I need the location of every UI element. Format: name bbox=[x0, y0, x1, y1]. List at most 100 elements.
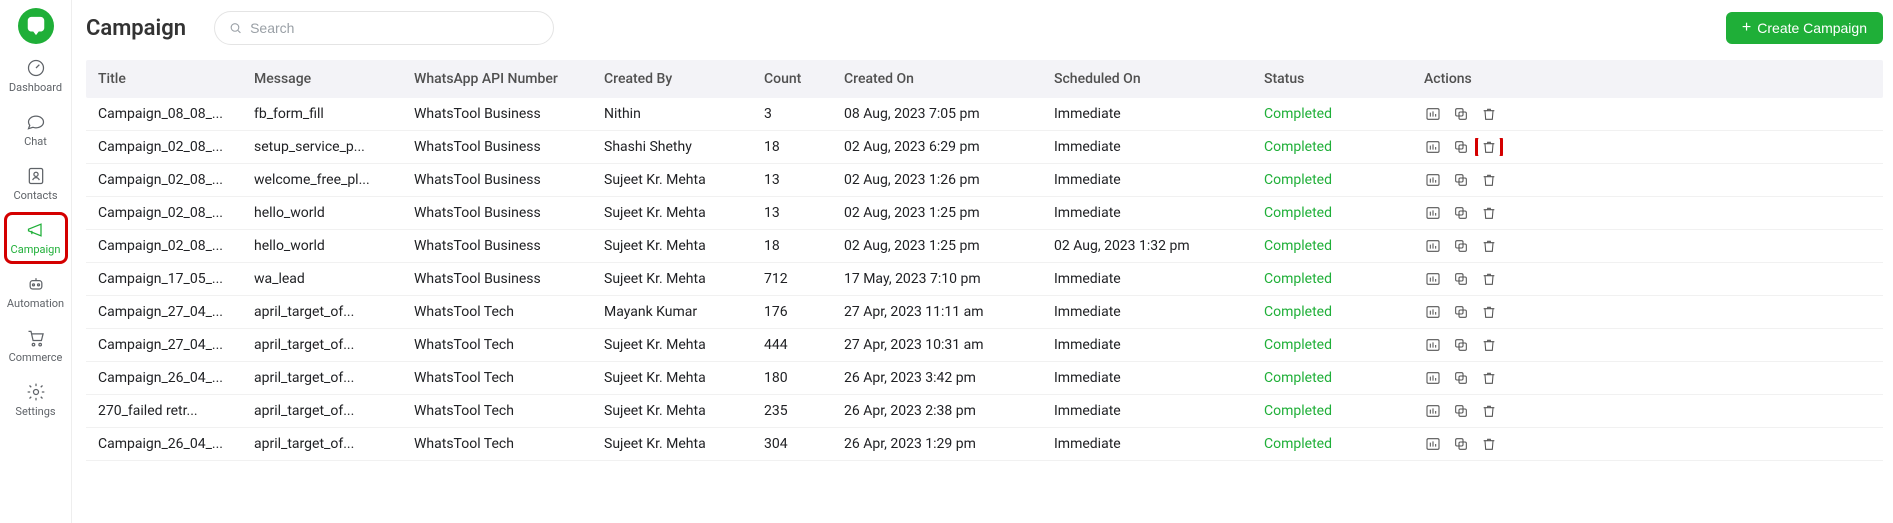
col-message: Message bbox=[246, 71, 406, 87]
delete-button[interactable] bbox=[1480, 270, 1498, 288]
col-scheduled-on: Scheduled On bbox=[1046, 71, 1256, 87]
cell-title: Campaign_26_04_... bbox=[86, 436, 246, 452]
delete-button[interactable] bbox=[1480, 402, 1498, 420]
sidebar-item-automation[interactable]: Automation bbox=[6, 268, 66, 316]
cell-created-by: Sujeet Kr. Mehta bbox=[596, 370, 756, 386]
main-content: Campaign + Create Campaign Title Message… bbox=[72, 0, 1893, 523]
cell-title: Campaign_02_08_... bbox=[86, 205, 246, 221]
cell-api: WhatsTool Business bbox=[406, 205, 596, 221]
sidebar-item-commerce[interactable]: Commerce bbox=[6, 322, 66, 370]
copy-button[interactable] bbox=[1452, 171, 1470, 189]
cell-api: WhatsTool Tech bbox=[406, 436, 596, 452]
create-campaign-button[interactable]: + Create Campaign bbox=[1726, 12, 1883, 44]
analytics-button[interactable] bbox=[1424, 237, 1442, 255]
analytics-button[interactable] bbox=[1424, 204, 1442, 222]
cell-message: hello_world bbox=[246, 205, 406, 221]
analytics-button[interactable] bbox=[1424, 105, 1442, 123]
cell-title: Campaign_08_08_... bbox=[86, 106, 246, 122]
cell-scheduled-on: Immediate bbox=[1046, 271, 1256, 287]
cell-scheduled-on: Immediate bbox=[1046, 403, 1256, 419]
cell-created-by: Sujeet Kr. Mehta bbox=[596, 436, 756, 452]
cell-message: april_target_of... bbox=[246, 370, 406, 386]
delete-button[interactable] bbox=[1480, 237, 1498, 255]
delete-button[interactable] bbox=[1480, 171, 1498, 189]
cell-scheduled-on: Immediate bbox=[1046, 172, 1256, 188]
delete-button[interactable] bbox=[1480, 336, 1498, 354]
cell-title: Campaign_17_05_... bbox=[86, 271, 246, 287]
cell-count: 18 bbox=[756, 238, 836, 254]
cell-created-on: 08 Aug, 2023 7:05 pm bbox=[836, 106, 1046, 122]
copy-button[interactable] bbox=[1452, 138, 1470, 156]
cell-actions bbox=[1416, 303, 1516, 321]
analytics-button[interactable] bbox=[1424, 435, 1442, 453]
cell-message: wa_lead bbox=[246, 271, 406, 287]
cell-created-on: 27 Apr, 2023 11:11 am bbox=[836, 304, 1046, 320]
dashboard-icon bbox=[26, 58, 46, 78]
analytics-button[interactable] bbox=[1424, 402, 1442, 420]
analytics-button[interactable] bbox=[1424, 171, 1442, 189]
search-box[interactable] bbox=[214, 11, 554, 45]
cell-actions bbox=[1416, 336, 1516, 354]
cell-created-on: 17 May, 2023 7:10 pm bbox=[836, 271, 1046, 287]
sidebar-item-campaign[interactable]: Campaign bbox=[6, 214, 66, 262]
copy-button[interactable] bbox=[1452, 336, 1470, 354]
cell-actions bbox=[1416, 237, 1516, 255]
cell-created-by: Sujeet Kr. Mehta bbox=[596, 238, 756, 254]
search-icon bbox=[229, 21, 242, 35]
cell-created-by: Mayank Kumar bbox=[596, 304, 756, 320]
copy-button[interactable] bbox=[1452, 237, 1470, 255]
delete-button[interactable] bbox=[1480, 369, 1498, 387]
cell-scheduled-on: 02 Aug, 2023 1:32 pm bbox=[1046, 238, 1256, 254]
analytics-button[interactable] bbox=[1424, 303, 1442, 321]
cell-created-on: 26 Apr, 2023 3:42 pm bbox=[836, 370, 1046, 386]
cell-created-on: 26 Apr, 2023 1:29 pm bbox=[836, 436, 1046, 452]
cell-status: Completed bbox=[1256, 436, 1416, 452]
cell-count: 3 bbox=[756, 106, 836, 122]
copy-button[interactable] bbox=[1452, 270, 1470, 288]
copy-button[interactable] bbox=[1452, 435, 1470, 453]
sidebar-item-settings[interactable]: Settings bbox=[6, 376, 66, 424]
analytics-button[interactable] bbox=[1424, 270, 1442, 288]
cell-status: Completed bbox=[1256, 172, 1416, 188]
cell-count: 235 bbox=[756, 403, 836, 419]
sidebar-item-dashboard[interactable]: Dashboard bbox=[6, 52, 66, 100]
cell-scheduled-on: Immediate bbox=[1046, 304, 1256, 320]
analytics-button[interactable] bbox=[1424, 138, 1442, 156]
sidebar-item-contacts[interactable]: Contacts bbox=[6, 160, 66, 208]
sidebar-item-chat[interactable]: Chat bbox=[6, 106, 66, 154]
copy-button[interactable] bbox=[1452, 369, 1470, 387]
table-body: Campaign_08_08_...fb_form_fillWhatsTool … bbox=[86, 98, 1883, 461]
page-title: Campaign bbox=[86, 16, 186, 41]
analytics-button[interactable] bbox=[1424, 369, 1442, 387]
table-row: 270_failed retr...april_target_of...What… bbox=[86, 395, 1883, 428]
cell-api: WhatsTool Tech bbox=[406, 337, 596, 353]
delete-button[interactable] bbox=[1480, 435, 1498, 453]
cell-title: Campaign_26_04_... bbox=[86, 370, 246, 386]
cell-status: Completed bbox=[1256, 304, 1416, 320]
cell-created-by: Sujeet Kr. Mehta bbox=[596, 205, 756, 221]
cell-scheduled-on: Immediate bbox=[1046, 436, 1256, 452]
cell-status: Completed bbox=[1256, 370, 1416, 386]
cell-api: WhatsTool Business bbox=[406, 106, 596, 122]
copy-button[interactable] bbox=[1452, 105, 1470, 123]
table-row: Campaign_17_05_...wa_leadWhatsTool Busin… bbox=[86, 263, 1883, 296]
cell-count: 444 bbox=[756, 337, 836, 353]
delete-button[interactable] bbox=[1480, 105, 1498, 123]
table-row: Campaign_02_08_...hello_worldWhatsTool B… bbox=[86, 197, 1883, 230]
table-row: Campaign_02_08_...setup_service_p...What… bbox=[86, 131, 1883, 164]
copy-button[interactable] bbox=[1452, 402, 1470, 420]
gear-icon bbox=[26, 382, 46, 402]
cell-api: WhatsTool Business bbox=[406, 271, 596, 287]
cell-actions bbox=[1416, 171, 1516, 189]
analytics-button[interactable] bbox=[1424, 336, 1442, 354]
cell-created-on: 27 Apr, 2023 10:31 am bbox=[836, 337, 1046, 353]
sidebar-item-label: Campaign bbox=[11, 243, 61, 256]
cell-scheduled-on: Immediate bbox=[1046, 370, 1256, 386]
copy-button[interactable] bbox=[1452, 204, 1470, 222]
delete-button[interactable] bbox=[1480, 204, 1498, 222]
delete-button[interactable] bbox=[1480, 303, 1498, 321]
search-input[interactable] bbox=[250, 20, 539, 36]
delete-button[interactable] bbox=[1480, 138, 1498, 156]
copy-button[interactable] bbox=[1452, 303, 1470, 321]
cell-count: 180 bbox=[756, 370, 836, 386]
